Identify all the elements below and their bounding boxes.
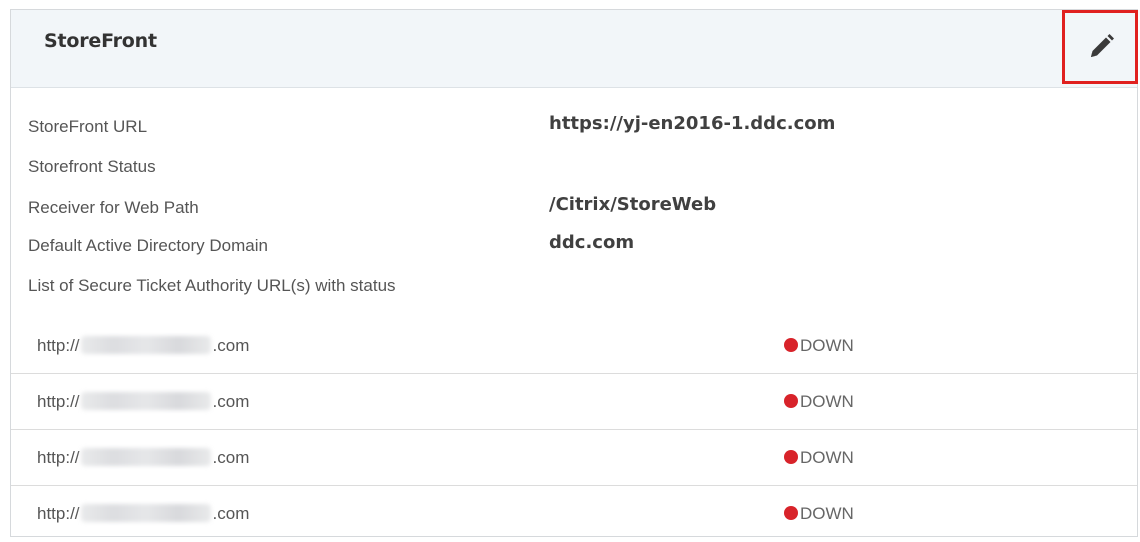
info-row-web-path: Receiver for Web Path /Citrix/StoreWeb — [28, 194, 1128, 228]
redacted-host — [80, 336, 211, 354]
table-row: http:// .com DOWN — [11, 374, 1137, 430]
info-label: Default Active Directory Domain — [28, 236, 268, 255]
status-down-icon — [784, 394, 798, 408]
info-row-url: StoreFront URL https://yj-en2016-1.ddc.c… — [28, 113, 1128, 147]
status-text: DOWN — [800, 336, 854, 355]
info-label: Receiver for Web Path — [28, 198, 199, 217]
url-prefix: http:// — [37, 336, 80, 355]
info-value: ddc.com — [549, 232, 635, 253]
status-badge: DOWN — [784, 336, 854, 356]
url-suffix: .com — [212, 392, 250, 411]
storefront-panel: StoreFront StoreFront URL https://yj-en2… — [10, 9, 1138, 537]
url-suffix: .com — [212, 448, 250, 467]
panel-header: StoreFront — [11, 10, 1138, 88]
info-value: /Citrix/StoreWeb — [549, 194, 717, 215]
table-row: http:// .com DOWN — [11, 430, 1137, 486]
url-prefix: http:// — [37, 448, 80, 467]
table-row: http:// .com DOWN — [11, 486, 1137, 542]
info-label: StoreFront URL — [28, 117, 148, 136]
info-row-status: Storefront Status — [28, 157, 1128, 187]
status-down-icon — [784, 338, 798, 352]
pencil-icon[interactable] — [1087, 33, 1115, 61]
sta-url: http:// .com — [37, 448, 249, 468]
status-text: DOWN — [800, 504, 854, 523]
info-row-ad-domain: Default Active Directory Domain ddc.com — [28, 232, 1128, 266]
panel-title: StoreFront — [44, 30, 157, 52]
redacted-host — [80, 392, 211, 410]
url-suffix: .com — [212, 336, 250, 355]
status-text: DOWN — [800, 392, 854, 411]
status-badge: DOWN — [784, 392, 854, 412]
info-row-sta-list: List of Secure Ticket Authority URL(s) w… — [28, 276, 1128, 306]
table-row: http:// .com DOWN — [11, 318, 1137, 374]
status-down-icon — [784, 506, 798, 520]
status-text: DOWN — [800, 448, 854, 467]
status-down-icon — [784, 450, 798, 464]
edit-button[interactable] — [1062, 10, 1138, 84]
sta-url: http:// .com — [37, 392, 249, 412]
info-label: Storefront Status — [28, 157, 156, 176]
redacted-host — [80, 448, 211, 466]
url-suffix: .com — [212, 504, 250, 523]
sta-url: http:// .com — [37, 336, 249, 356]
status-badge: DOWN — [784, 448, 854, 468]
sta-url: http:// .com — [37, 504, 249, 524]
status-badge: DOWN — [784, 504, 854, 524]
info-label: List of Secure Ticket Authority URL(s) w… — [28, 276, 396, 295]
redacted-host — [80, 504, 211, 522]
info-value: https://yj-en2016-1.ddc.com — [549, 113, 836, 134]
url-prefix: http:// — [37, 504, 80, 523]
url-prefix: http:// — [37, 392, 80, 411]
